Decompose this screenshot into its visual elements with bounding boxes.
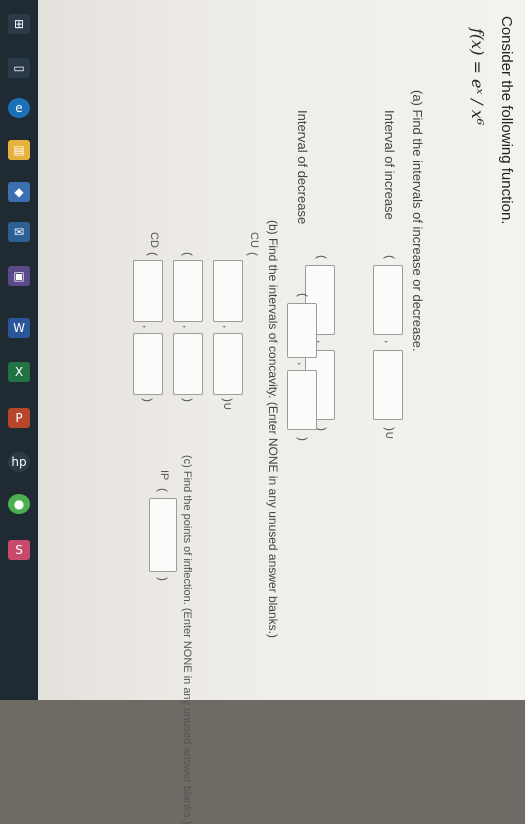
increase-union: )∪ xyxy=(383,427,397,440)
part-c-prompt: (c) Find the points of inflection. (Ente… xyxy=(181,455,193,824)
task-view-icon[interactable]: ▭ xyxy=(8,58,30,78)
cd-open-paren: ( xyxy=(146,252,160,256)
decrease-start-input[interactable] xyxy=(287,303,317,358)
question-intro: Consider the following function. xyxy=(498,16,515,225)
question-page: Consider the following function. f(x) = … xyxy=(38,0,525,824)
increase-open-paren: ( xyxy=(383,255,397,259)
part-a-prompt: (a) Find the intervals of increase or de… xyxy=(410,90,425,352)
cu-start-input-1[interactable] xyxy=(213,260,243,322)
ip-open-paren: ( xyxy=(156,488,170,492)
cd-comma: , xyxy=(141,325,155,329)
cu-end-input-1[interactable] xyxy=(213,333,243,395)
cd-close-paren: ) xyxy=(141,398,155,402)
cu-label: CU xyxy=(248,232,260,248)
word-icon[interactable]: W xyxy=(8,318,30,338)
ip-input[interactable] xyxy=(149,498,177,572)
decrease-open-paren: ( xyxy=(296,293,310,297)
increase-start-input-1[interactable] xyxy=(373,265,403,335)
ip-label: IP xyxy=(158,470,170,481)
sticky-icon[interactable]: S xyxy=(8,540,30,560)
powerpoint-icon[interactable]: P xyxy=(8,408,30,428)
cu-union: )∪ xyxy=(221,398,235,411)
increase-comma-2: , xyxy=(315,340,329,344)
browser-viewport: Consider the following function. f(x) = … xyxy=(38,0,525,824)
cu-comma-2: , xyxy=(181,325,195,329)
cd-label: CD xyxy=(148,232,160,248)
increase-comma-1: , xyxy=(383,340,397,344)
ip-close-paren: ) xyxy=(156,577,170,581)
increase-open-paren-2: ( xyxy=(315,255,329,259)
function-formula: f(x) = eˣ / x⁶ xyxy=(468,28,487,126)
cu-open-paren: ( xyxy=(246,252,260,256)
cd-end-input[interactable] xyxy=(133,333,163,395)
cu-start-input-2[interactable] xyxy=(173,260,203,322)
excel-icon[interactable]: X xyxy=(8,362,30,382)
taskbar: ⊞ ▭ e ▤ ◆ ✉ ▣ W X P hp ● S xyxy=(0,0,38,700)
windows-icon[interactable]: ⊞ xyxy=(8,14,30,34)
hp-icon[interactable]: hp xyxy=(8,452,30,472)
decrease-label: Interval of decrease xyxy=(295,110,310,225)
part-b-prompt: (b) Find the intervals of concavity. (En… xyxy=(266,220,280,638)
cu-end-input-2[interactable] xyxy=(173,333,203,395)
store-icon[interactable]: ◆ xyxy=(8,182,30,202)
decrease-comma: , xyxy=(296,362,310,366)
increase-end-input-1[interactable] xyxy=(373,350,403,420)
cu-open-paren-2: ( xyxy=(181,252,195,256)
cd-start-input[interactable] xyxy=(133,260,163,322)
decrease-close-paren: ) xyxy=(296,437,310,441)
decrease-end-input[interactable] xyxy=(287,370,317,430)
chrome-icon[interactable]: ● xyxy=(8,494,30,514)
cu-close-paren-2: ) xyxy=(181,398,195,402)
file-explorer-icon[interactable]: ▤ xyxy=(8,140,30,160)
cu-comma-1: , xyxy=(221,325,235,329)
increase-label: Interval of increase xyxy=(382,110,397,220)
increase-close-paren-2: ) xyxy=(315,427,329,431)
mail-icon[interactable]: ✉ xyxy=(8,222,30,242)
app-icon[interactable]: ▣ xyxy=(8,266,30,286)
edge-icon[interactable]: e xyxy=(8,98,30,118)
